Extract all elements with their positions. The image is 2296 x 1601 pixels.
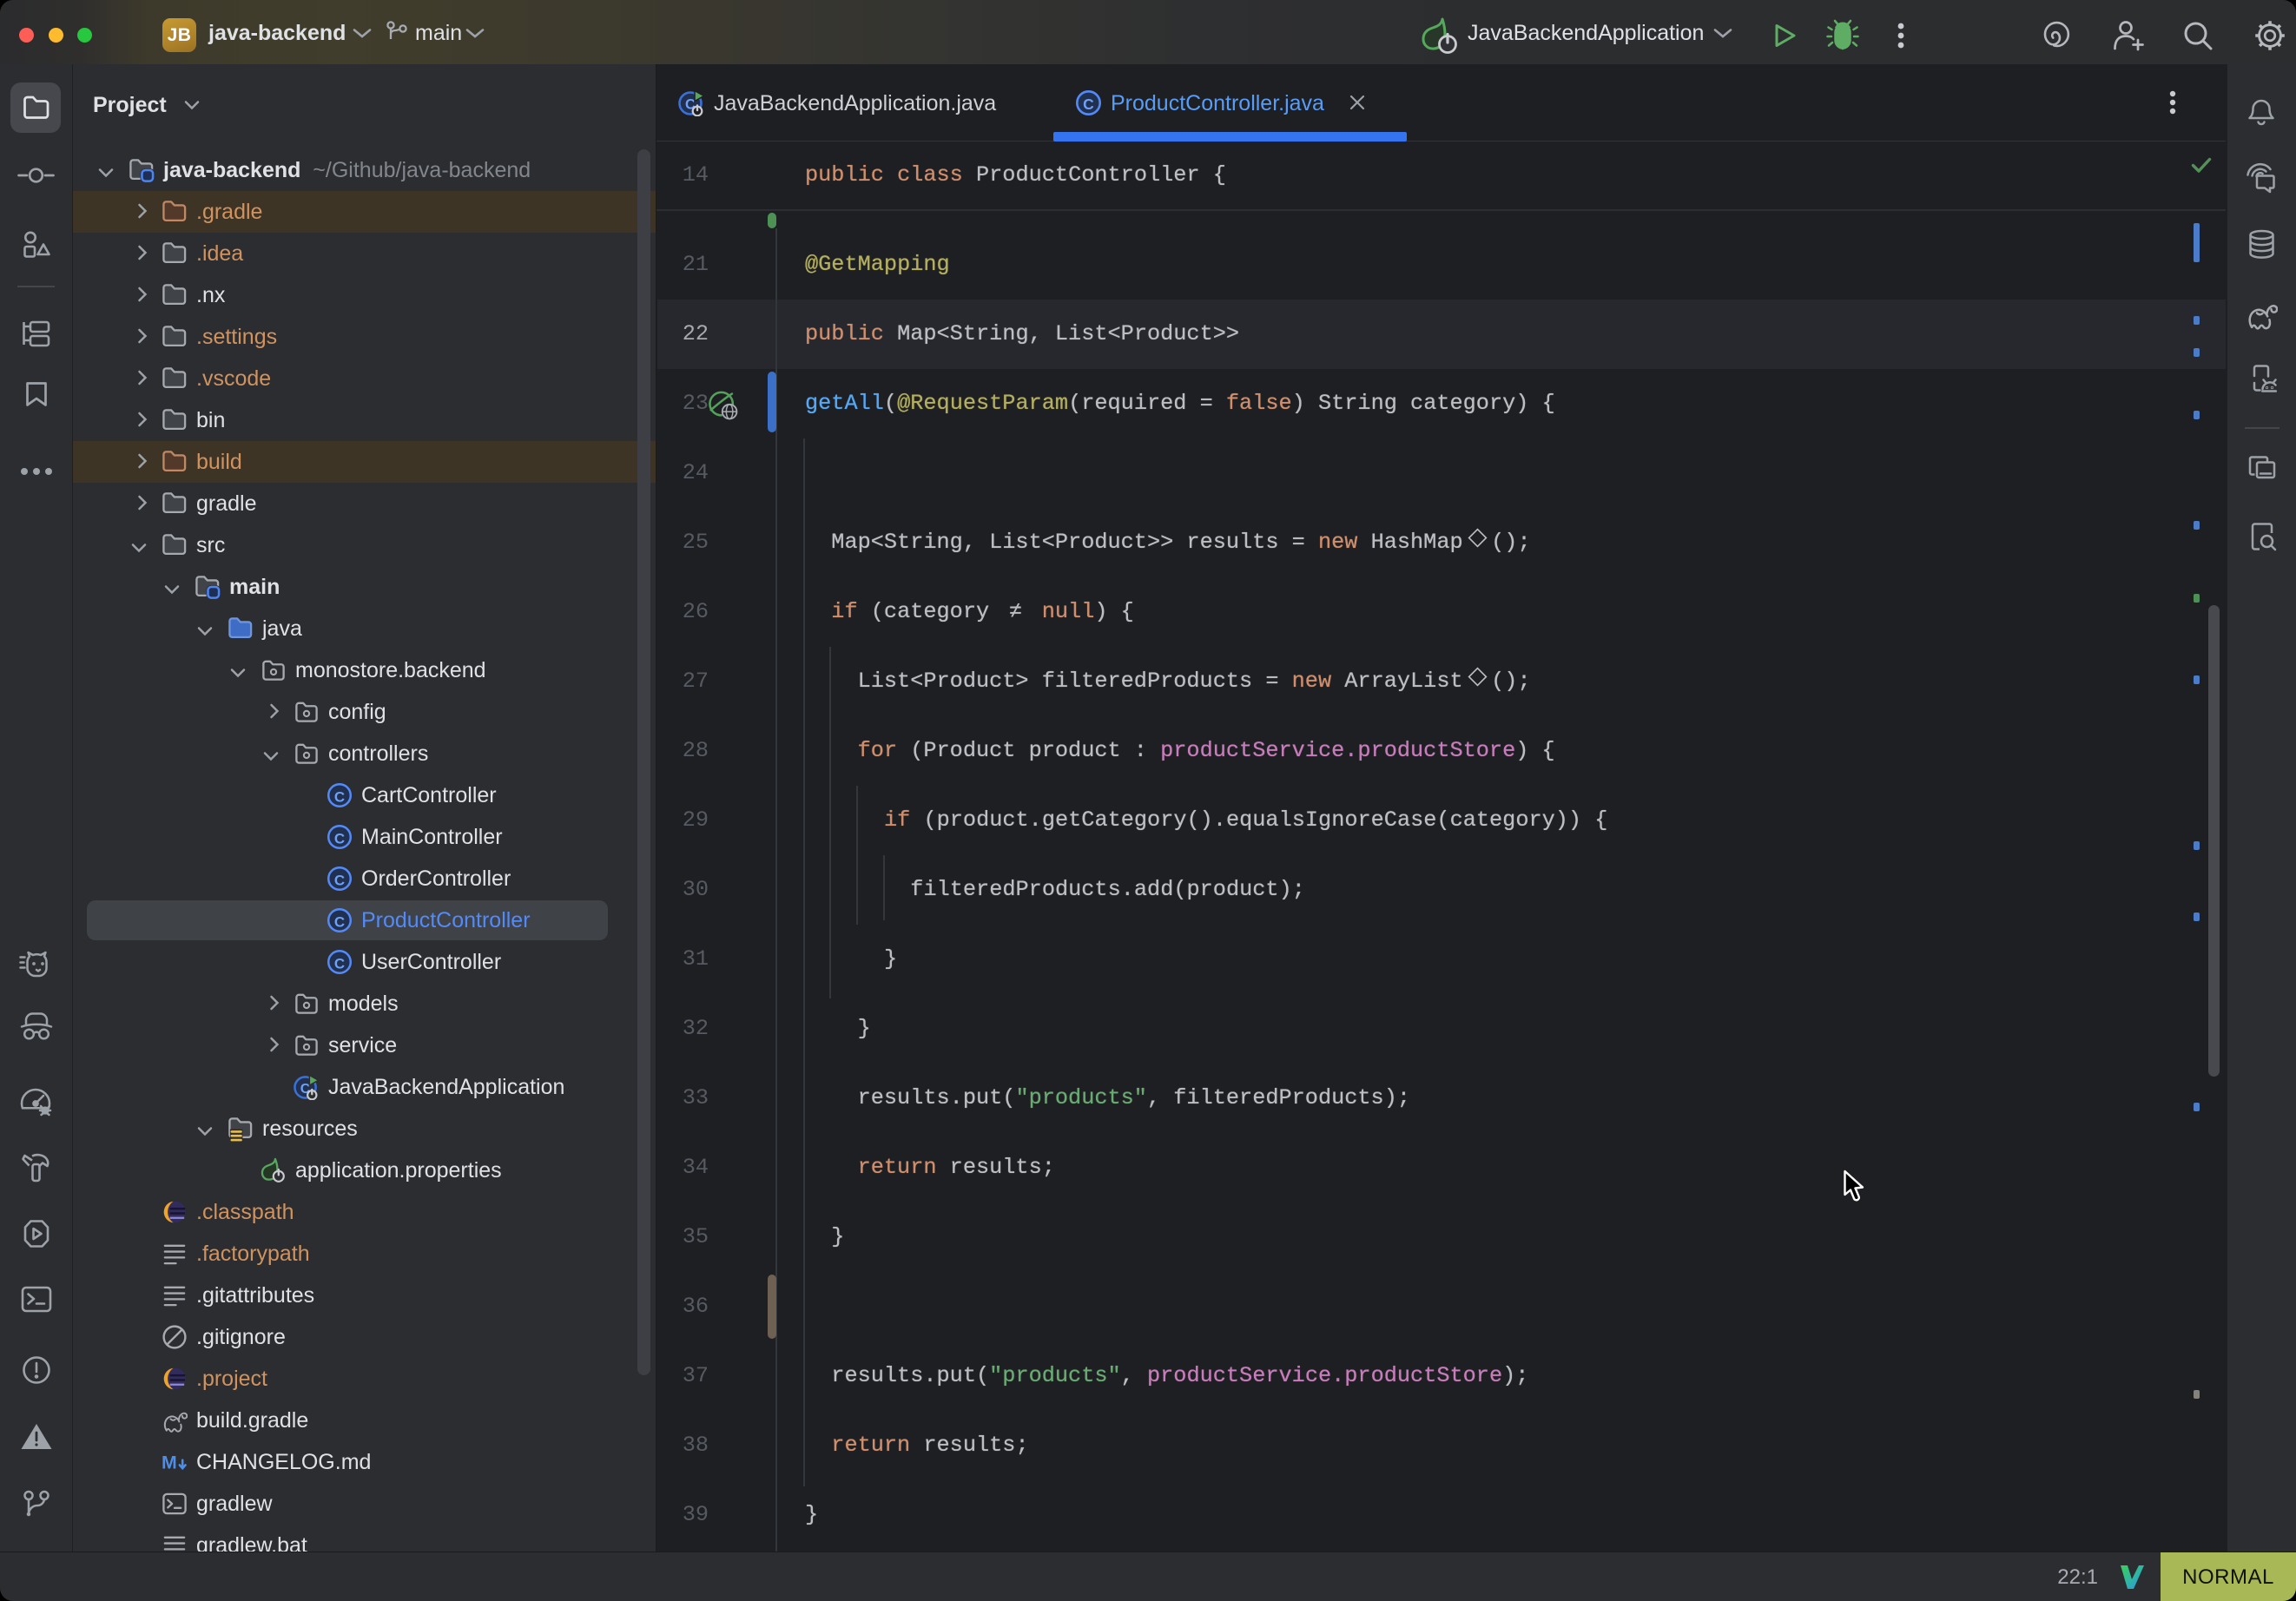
svg-text:C: C: [334, 830, 345, 847]
svg-text:C: C: [334, 788, 345, 805]
svg-text:C: C: [334, 913, 345, 930]
svg-text:C: C: [334, 955, 345, 972]
svg-text:C: C: [334, 872, 345, 888]
svg-text:M: M: [162, 1452, 177, 1473]
svg-text:C: C: [1083, 96, 1094, 113]
